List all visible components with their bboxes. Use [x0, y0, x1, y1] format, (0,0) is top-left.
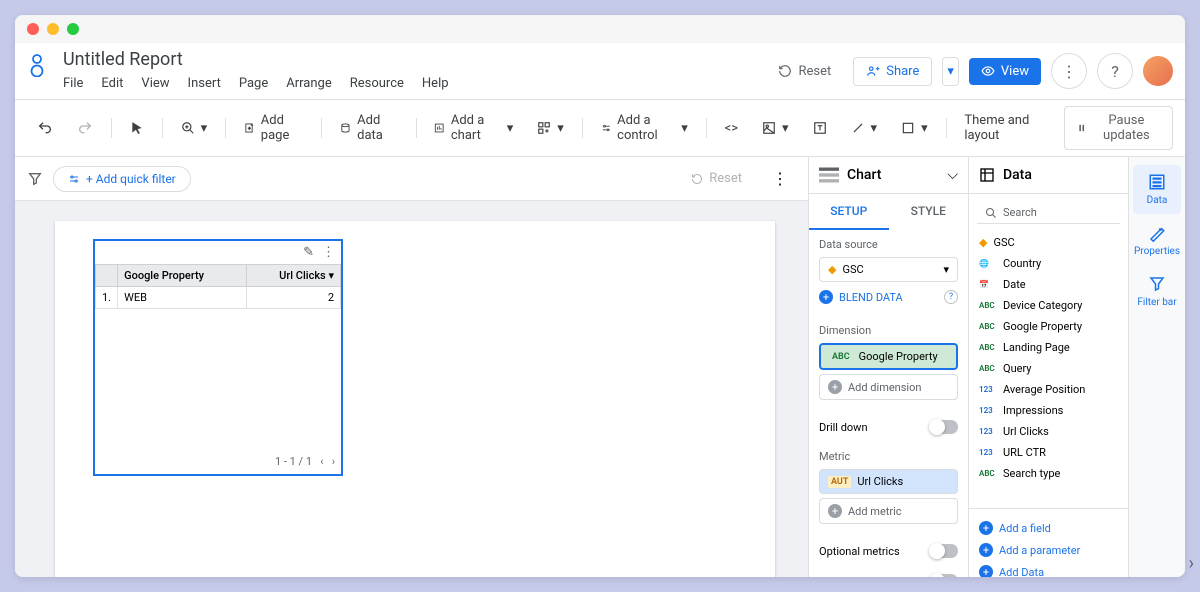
menu-edit[interactable]: Edit: [101, 76, 123, 91]
close-window-button[interactable]: [27, 23, 39, 35]
shape-button[interactable]: ▾: [891, 115, 938, 142]
app-logo: [27, 53, 51, 77]
field-item[interactable]: ABCLanding Page: [969, 337, 1128, 358]
side-tab-data[interactable]: Data: [1133, 165, 1181, 214]
zoom-tool[interactable]: ▾: [171, 115, 218, 142]
line-button[interactable]: ▾: [841, 115, 888, 142]
drill-down-toggle[interactable]: [930, 420, 958, 434]
col-header-2[interactable]: Url Clicks ▾: [246, 265, 340, 287]
field-item[interactable]: 123Impressions: [969, 400, 1128, 421]
chevron-down-icon[interactable]: ⌵: [947, 167, 958, 183]
menu-view[interactable]: View: [141, 76, 169, 91]
image-button[interactable]: ▾: [752, 115, 799, 142]
data-panel-header: Data: [969, 157, 1128, 194]
report-page[interactable]: ✎ ⋮ Google Property Url Clicks ▾ 1.: [55, 221, 775, 577]
theme-button[interactable]: Theme and layout: [954, 107, 1056, 149]
add-dimension-button[interactable]: +Add dimension: [819, 374, 958, 400]
community-viz-button[interactable]: ▾: [527, 115, 574, 142]
data-source-chip[interactable]: ◆GSC▾: [819, 257, 958, 282]
side-tab-properties[interactable]: Properties: [1133, 216, 1181, 265]
pause-updates-button[interactable]: Pause updates: [1064, 106, 1173, 150]
report-title[interactable]: Untitled Report: [63, 49, 766, 70]
dimension-chip[interactable]: ABCGoogle Property: [819, 343, 958, 370]
metric-sliders-toggle[interactable]: [930, 574, 958, 577]
tab-setup[interactable]: SETUP: [809, 194, 889, 230]
menu-insert[interactable]: Insert: [188, 76, 221, 91]
view-button[interactable]: View: [969, 58, 1041, 85]
canvas[interactable]: ✎ ⋮ Google Property Url Clicks ▾ 1.: [15, 201, 808, 577]
dimension-label: Dimension: [819, 324, 958, 337]
field-item[interactable]: 🌐Country: [969, 253, 1128, 274]
add-field-link[interactable]: +Add a field: [979, 517, 1118, 539]
reset-button[interactable]: Reset: [766, 58, 843, 85]
field-item[interactable]: ABCGoogle Property: [969, 316, 1128, 337]
add-quick-filter-button[interactable]: + Add quick filter: [53, 166, 191, 192]
blend-data-link[interactable]: +BLEND DATA?: [819, 286, 958, 308]
widget-more-icon[interactable]: ⋮: [322, 245, 335, 260]
table-chart-widget[interactable]: ✎ ⋮ Google Property Url Clicks ▾ 1.: [93, 239, 343, 476]
filter-icon[interactable]: [27, 171, 43, 187]
metric-chip[interactable]: AUTUrl Clicks: [819, 469, 958, 494]
optional-metrics-label: Optional metrics: [819, 545, 900, 558]
user-avatar[interactable]: [1143, 56, 1173, 86]
col-header-1[interactable]: Google Property: [118, 265, 247, 287]
add-metric-button[interactable]: +Add metric: [819, 498, 958, 524]
field-item[interactable]: 123Average Position: [969, 379, 1128, 400]
filter-reset-button[interactable]: Reset: [679, 165, 754, 192]
add-data-link[interactable]: +Add Data: [979, 561, 1118, 577]
data-source-item[interactable]: ◆GSC: [969, 232, 1128, 253]
filter-more-button[interactable]: ⋮: [764, 165, 796, 192]
titlebar: [15, 15, 1185, 43]
redo-button[interactable]: [67, 114, 103, 142]
field-item[interactable]: 123Url Clicks: [969, 421, 1128, 442]
field-item[interactable]: ABCSearch type: [969, 463, 1128, 484]
toolbar: ▾ +Add page Add data Add a chart ▾ ▾ Add…: [15, 100, 1185, 157]
edit-icon[interactable]: ✎: [303, 245, 314, 260]
add-page-button[interactable]: +Add page: [234, 107, 314, 149]
menu-page[interactable]: Page: [239, 76, 268, 91]
svg-text:+: +: [248, 127, 251, 132]
field-item[interactable]: ABCQuery: [969, 358, 1128, 379]
data-source-label: Data source: [819, 238, 958, 251]
menu-arrange[interactable]: Arrange: [286, 76, 331, 91]
text-button[interactable]: [803, 115, 837, 141]
embed-button[interactable]: <>: [715, 115, 748, 142]
share-button[interactable]: Share: [853, 57, 932, 86]
field-item[interactable]: 123URL CTR: [969, 442, 1128, 463]
share-dropdown[interactable]: ▾: [942, 57, 959, 86]
chart-panel-header[interactable]: Chart ⌵: [809, 157, 968, 194]
menubar: File Edit View Insert Page Arrange Resou…: [63, 70, 766, 99]
side-tab-filter[interactable]: Filter bar: [1133, 267, 1181, 316]
menu-file[interactable]: File: [63, 76, 83, 91]
tab-style[interactable]: STYLE: [889, 194, 969, 230]
drill-down-label: Drill down: [819, 421, 868, 434]
add-data-button[interactable]: Add data: [330, 107, 407, 149]
selection-tool[interactable]: [120, 115, 154, 141]
add-chart-button[interactable]: Add a chart ▾: [424, 107, 523, 149]
field-item[interactable]: ABCDevice Category: [969, 295, 1128, 316]
table-row: 1. WEB 2: [96, 287, 341, 309]
more-options-button[interactable]: ⋮: [1051, 53, 1087, 89]
add-control-button[interactable]: Add a control ▾: [591, 107, 698, 149]
help-button[interactable]: ?: [1097, 53, 1133, 89]
metric-label: Metric: [819, 450, 958, 463]
pagination: 1 - 1 / 1 ‹ ›: [95, 449, 341, 474]
menu-resource[interactable]: Resource: [350, 76, 404, 91]
metric-sliders-label: Metric sliders: [819, 575, 885, 578]
minimize-window-button[interactable]: [47, 23, 59, 35]
optional-metrics-toggle[interactable]: [930, 544, 958, 558]
menu-help[interactable]: Help: [422, 76, 449, 91]
add-parameter-link[interactable]: +Add a parameter: [979, 539, 1118, 561]
undo-button[interactable]: [27, 114, 63, 142]
search-input[interactable]: Search: [977, 202, 1120, 224]
field-item[interactable]: 📅Date: [969, 274, 1128, 295]
maximize-window-button[interactable]: [67, 23, 79, 35]
